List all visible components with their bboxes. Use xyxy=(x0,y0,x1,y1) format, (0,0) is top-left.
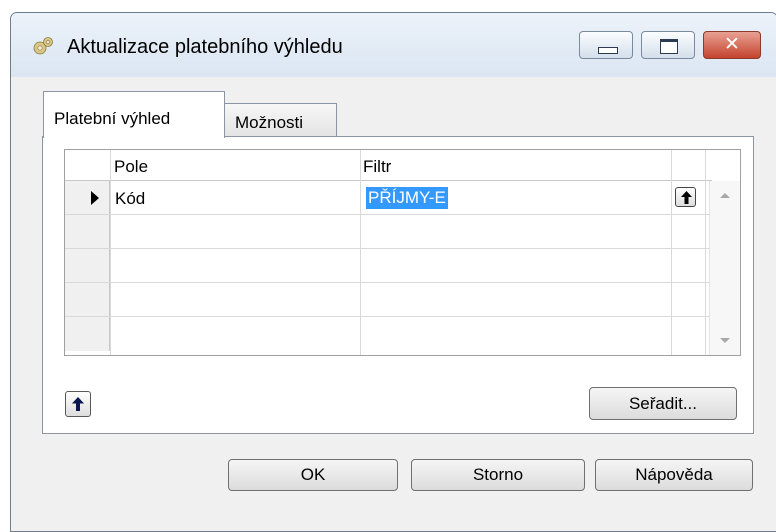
row-selector[interactable] xyxy=(65,317,110,351)
current-row-icon xyxy=(91,191,99,205)
table-row[interactable] xyxy=(65,317,712,351)
vertical-scrollbar[interactable] xyxy=(709,181,740,355)
table-row[interactable] xyxy=(65,215,712,249)
table-row[interactable] xyxy=(65,283,712,317)
dialog-window: Aktualizace platebního výhledu ✕ Platebn… xyxy=(10,12,776,532)
row-selector[interactable] xyxy=(65,181,110,214)
maximize-icon xyxy=(660,39,678,54)
tab-moznosti[interactable]: Možnosti xyxy=(224,103,337,137)
scroll-down-icon[interactable] xyxy=(720,338,730,343)
close-icon: ✕ xyxy=(724,33,740,55)
tab-panel: Pole Filtr Kód PŘÍJMY-E Seřadit... xyxy=(42,136,754,434)
cancel-button[interactable]: Storno xyxy=(411,459,585,491)
tab-platebni-vyhled[interactable]: Platební výhled xyxy=(43,91,225,138)
help-button[interactable]: Nápověda xyxy=(595,459,753,491)
table-row[interactable] xyxy=(65,249,712,283)
arrow-up-icon xyxy=(72,397,84,411)
row-selector[interactable] xyxy=(65,283,110,316)
table-row[interactable]: Kód PŘÍJMY-E xyxy=(65,181,712,215)
move-up-button[interactable] xyxy=(65,391,91,417)
column-header-pole[interactable]: Pole xyxy=(114,157,148,177)
title-bar[interactable]: Aktualizace platebního výhledu ✕ xyxy=(11,13,776,77)
dialog-client-area: Platební výhled Možnosti Pole Filtr Kód … xyxy=(11,77,776,531)
row-selector[interactable] xyxy=(65,249,110,282)
cell-field[interactable]: Kód xyxy=(115,189,145,209)
ok-button[interactable]: OK xyxy=(228,459,398,491)
window-title: Aktualizace platebního výhledu xyxy=(67,36,343,58)
column-header-filtr[interactable]: Filtr xyxy=(363,157,391,177)
gear-icon xyxy=(33,37,53,55)
scroll-up-icon[interactable] xyxy=(720,193,730,198)
row-selector[interactable] xyxy=(65,215,110,248)
minimize-button[interactable] xyxy=(579,31,633,59)
filter-grid[interactable]: Pole Filtr Kód PŘÍJMY-E xyxy=(64,149,741,356)
assist-edit-button[interactable] xyxy=(675,187,696,207)
close-button[interactable]: ✕ xyxy=(703,31,761,59)
sort-button[interactable]: Seřadit... xyxy=(589,387,737,420)
grid-header: Pole Filtr xyxy=(65,150,712,181)
maximize-button[interactable] xyxy=(641,31,695,59)
minimize-icon xyxy=(598,47,618,54)
cell-filter[interactable]: PŘÍJMY-E xyxy=(366,187,448,209)
